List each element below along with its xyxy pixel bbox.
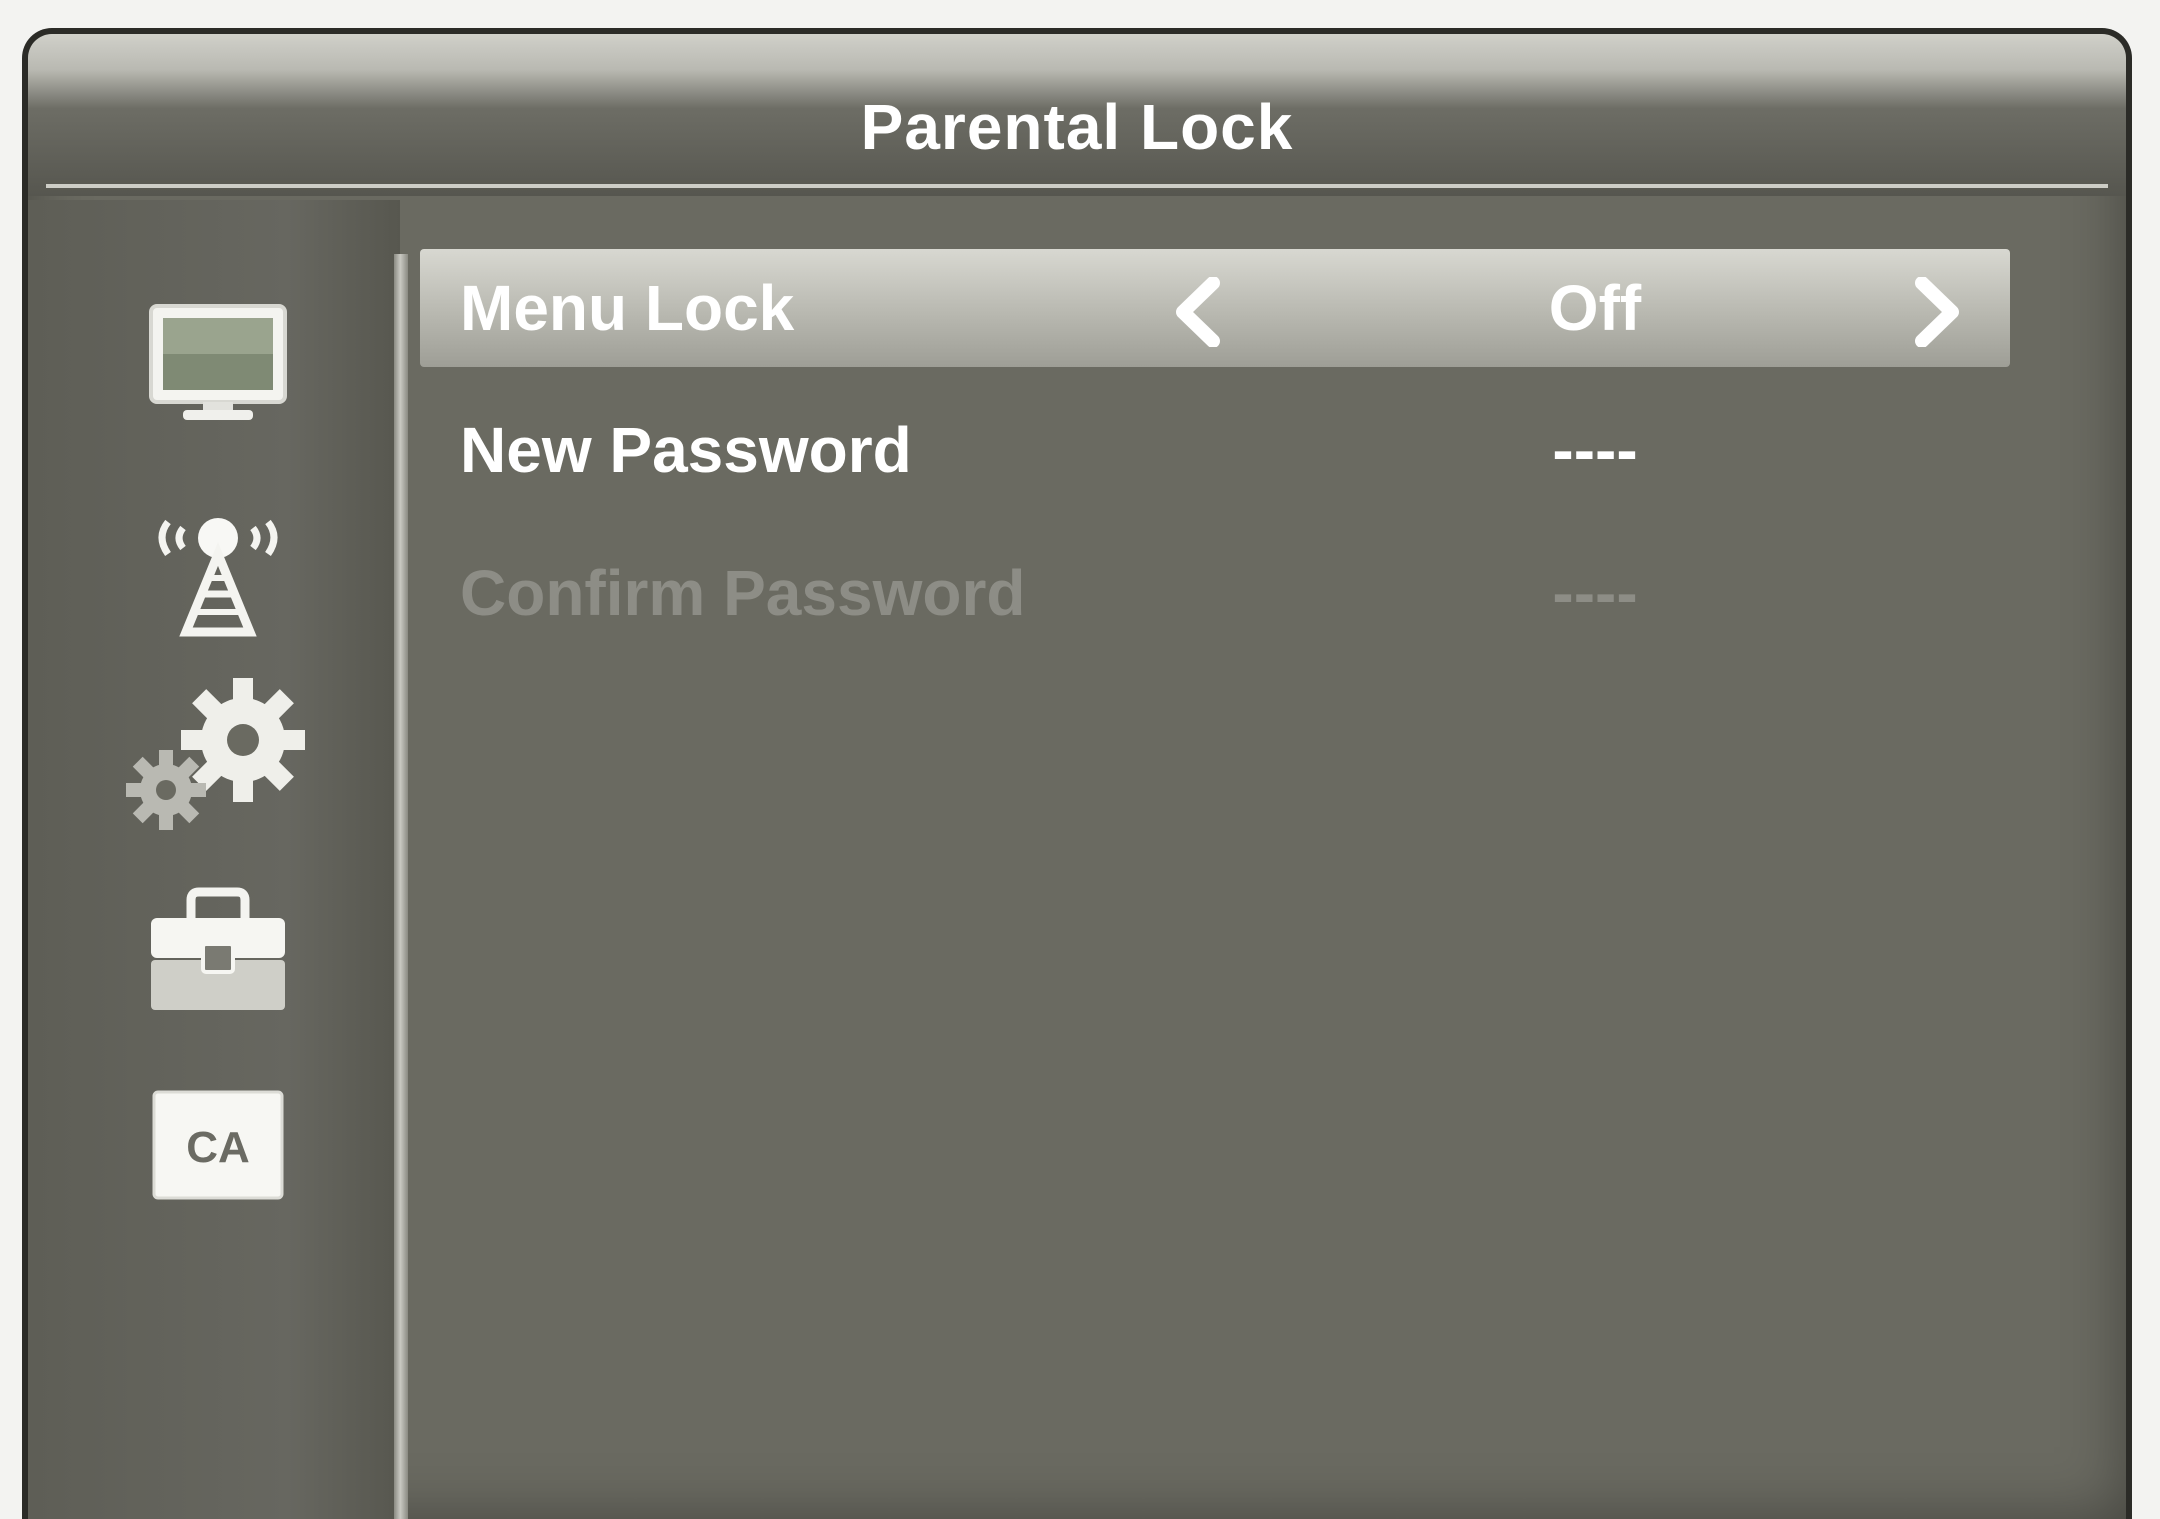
settings-window: Parental Lock CA Menu Lock Off New Passw… <box>22 28 2132 1519</box>
new-password-row[interactable]: New Password ---- <box>420 391 2010 509</box>
confirm-password-label: Confirm Password <box>460 557 1026 629</box>
antenna-icon <box>158 518 278 637</box>
sidebar-item-tools[interactable] <box>98 870 338 1030</box>
monitor-icon <box>149 304 287 420</box>
title-divider <box>46 184 2108 188</box>
confirm-password-row: Confirm Password ---- <box>420 534 2010 652</box>
gears-icon <box>126 678 305 830</box>
sidebar: CA <box>28 200 400 1519</box>
sidebar-item-channel[interactable] <box>98 482 338 642</box>
ca-card-icon: CA <box>152 1090 284 1200</box>
new-password-value: ---- <box>1552 414 1638 486</box>
toolbox-icon <box>151 887 285 1010</box>
confirm-password-value: ---- <box>1552 557 1638 629</box>
menu-lock-label: Menu Lock <box>460 272 795 344</box>
page-title: Parental Lock <box>860 91 1294 163</box>
new-password-label: New Password <box>460 414 912 486</box>
chevron-left-icon[interactable] <box>1165 277 1235 347</box>
sidebar-item-ca[interactable]: CA <box>98 1065 338 1225</box>
menu-lock-value: Off <box>1548 272 1642 344</box>
sidebar-divider <box>394 254 408 1519</box>
menu-lock-row[interactable]: Menu Lock Off <box>420 249 2010 367</box>
title-bar: Parental Lock <box>28 34 2126 196</box>
sidebar-item-setup[interactable] <box>98 675 338 835</box>
chevron-right-icon[interactable] <box>1900 277 1970 347</box>
sidebar-item-picture[interactable] <box>98 285 338 445</box>
ca-label: CA <box>186 1123 250 1172</box>
